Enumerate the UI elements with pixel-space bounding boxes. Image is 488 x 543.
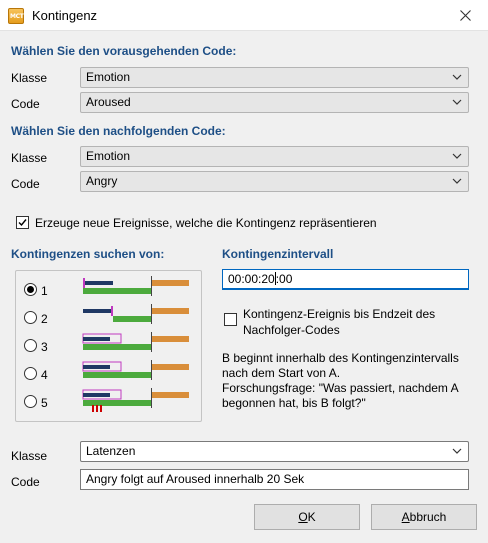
result-code-input[interactable]: Angry folgt auf Aroused innerhalb 20 Sek	[80, 469, 469, 490]
result-code-value: Angry folgt auf Aroused innerhalb 20 Sek	[86, 472, 305, 486]
app-icon: MCT	[8, 8, 24, 24]
ok-mnemonic: O	[298, 510, 308, 524]
radio-option-1-label: 1	[41, 284, 48, 298]
following-class-select[interactable]: Emotion	[80, 146, 469, 167]
event-a-bar	[83, 365, 110, 369]
chevron-down-icon	[452, 153, 462, 159]
tick-mark	[96, 405, 98, 412]
radio-option-2[interactable]	[24, 311, 37, 324]
end-time-label-line-1: Kontingenz-Ereignis bis Endzeit des	[243, 307, 436, 321]
event-a-bar	[83, 281, 113, 285]
preceding-heading: Wählen Sie den vorausgehenden Code:	[11, 44, 237, 58]
result-class-select[interactable]: Latenzen	[80, 441, 469, 462]
interval-start-marker	[83, 278, 85, 288]
event-a-bar	[83, 393, 110, 397]
radio-option-2-label: 2	[41, 312, 48, 326]
interval-value-end: :00	[275, 272, 293, 286]
window-title: Kontingenz	[32, 8, 98, 23]
radio-option-4-label: 4	[41, 368, 48, 382]
radio-option-4[interactable]	[24, 367, 37, 380]
search-heading: Kontingenzen suchen von:	[11, 247, 165, 261]
following-code-select[interactable]: Angry	[80, 171, 469, 192]
end-time-checkbox[interactable]	[224, 313, 237, 326]
checkmark-icon	[18, 219, 27, 227]
chevron-down-icon	[452, 178, 462, 184]
interval-heading: Kontingenzintervall	[222, 247, 334, 261]
tick-mark	[100, 405, 102, 412]
ok-label: K	[307, 510, 316, 524]
interval-end-line	[151, 360, 152, 380]
diagram-option-5	[82, 388, 189, 412]
interval-end-line	[151, 276, 152, 296]
end-time-label: Kontingenz-Ereignis bis Endzeit des Nach…	[243, 306, 435, 338]
cancel-button[interactable]: Abbruch	[371, 504, 477, 530]
preceding-class-select[interactable]: Emotion	[80, 67, 469, 88]
diagram-option-2	[83, 304, 189, 324]
event-b-bar	[152, 392, 189, 398]
description-line-1: B beginnt innerhalb des Kontingenzinterv…	[222, 351, 459, 365]
interval-end-line	[151, 388, 152, 408]
chevron-down-icon	[452, 448, 462, 454]
radio-option-3[interactable]	[24, 339, 37, 352]
radio-dot	[27, 286, 34, 293]
preceding-class-value: Emotion	[86, 70, 131, 84]
radio-option-5-label: 5	[41, 396, 48, 410]
result-class-label: Klasse	[11, 449, 48, 463]
contingency-diagrams	[82, 276, 189, 412]
cancel-label: bbruch	[409, 510, 447, 524]
following-class-label: Klasse	[11, 151, 48, 165]
event-b-bar	[152, 308, 189, 314]
radio-option-3-label: 3	[41, 340, 48, 354]
event-b-bar	[152, 336, 189, 342]
close-button[interactable]	[442, 0, 488, 31]
create-events-label: Erzeuge neue Ereignisse, welche die Kont…	[35, 216, 377, 230]
chevron-down-icon	[452, 74, 462, 80]
interval-value-start: 00:00:20	[228, 272, 275, 286]
tick-mark	[92, 405, 94, 412]
close-icon	[459, 10, 471, 21]
preceding-code-label: Code	[11, 97, 40, 111]
interval-bar	[113, 316, 152, 322]
preceding-code-select[interactable]: Aroused	[80, 92, 469, 113]
event-a-bar	[83, 337, 110, 341]
result-code-label: Code	[11, 475, 40, 489]
interval-start-marker	[111, 306, 113, 316]
diagram-option-3	[82, 332, 189, 352]
diagram-option-4	[82, 360, 189, 380]
interval-bar	[83, 372, 152, 378]
interval-description: B beginnt innerhalb des Kontingenzinterv…	[222, 351, 459, 411]
preceding-code-value: Aroused	[86, 95, 131, 109]
interval-bar	[83, 344, 152, 350]
following-heading: Wählen Sie den nachfolgenden Code:	[11, 124, 226, 138]
end-time-label-line-2: Nachfolger-Codes	[243, 323, 340, 337]
radio-option-5[interactable]	[24, 395, 37, 408]
create-events-checkbox[interactable]	[16, 216, 29, 229]
event-a-bar	[83, 309, 111, 313]
result-class-value: Latenzen	[86, 444, 136, 458]
chevron-down-icon	[452, 99, 462, 105]
preceding-class-label: Klasse	[11, 71, 48, 85]
interval-bar	[83, 288, 152, 294]
cancel-mnemonic: A	[401, 510, 410, 524]
radio-option-1[interactable]	[24, 283, 37, 296]
interval-end-line	[151, 304, 152, 324]
following-code-label: Code	[11, 177, 40, 191]
description-line-4: begonnen hat, bis B folgt?"	[222, 396, 366, 410]
interval-end-line	[151, 332, 152, 352]
description-line-3: Forschungsfrage: "Was passiert, nachdem …	[222, 381, 459, 395]
event-b-bar	[152, 364, 189, 370]
diagram-option-1	[83, 276, 189, 296]
following-code-value: Angry	[86, 174, 118, 188]
following-class-value: Emotion	[86, 149, 131, 163]
ok-button[interactable]: OK	[254, 504, 360, 530]
description-line-2: nach dem Start von A.	[222, 366, 341, 380]
event-b-bar	[152, 280, 189, 286]
title-bar: MCT Kontingenz	[0, 0, 488, 31]
interval-input[interactable]: 00:00:20:00	[222, 269, 469, 290]
